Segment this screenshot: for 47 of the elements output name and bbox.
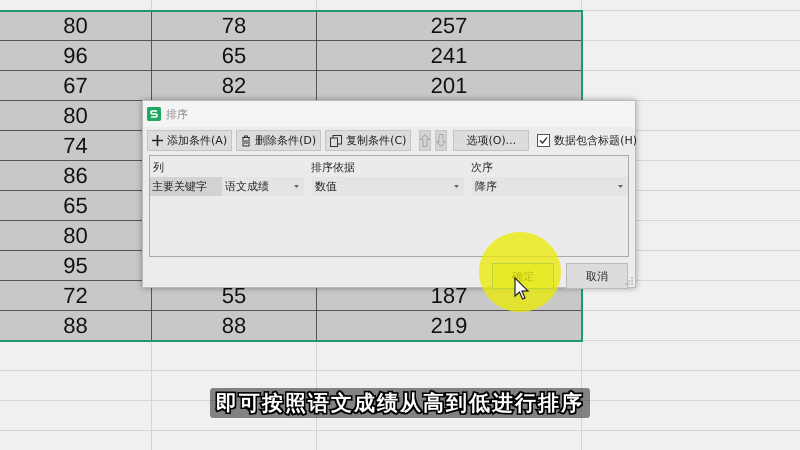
table-cell: 74	[63, 132, 88, 158]
table-cell: 88	[222, 312, 246, 338]
header-checkbox[interactable]: 数据包含标题(H)	[537, 133, 638, 148]
plus-icon	[152, 135, 163, 146]
options-button[interactable]: 选项(O)...	[453, 130, 530, 151]
column-header: 排序依据	[311, 160, 355, 175]
caret-icon	[454, 185, 459, 188]
delete-condition-button[interactable]: 删除条件(D)	[236, 130, 322, 151]
column-header: 次序	[471, 160, 493, 175]
table-cell: 257	[430, 12, 468, 38]
table-cell: 86	[63, 162, 88, 188]
copy-icon	[330, 134, 342, 146]
table-cell: 80	[63, 102, 88, 128]
copy-condition-button[interactable]: 复制条件(C)	[325, 130, 412, 151]
table-cell: 241	[430, 42, 468, 68]
table-cell: 78	[222, 12, 246, 38]
table-cell: 88	[63, 312, 88, 338]
trash-icon	[241, 134, 252, 146]
table-cell: 96	[63, 42, 88, 68]
resize-grip-icon	[625, 277, 633, 285]
table-cell: 72	[63, 282, 88, 308]
table-cell: 67	[63, 72, 88, 98]
app-icon	[147, 107, 161, 121]
table-cell: 219	[430, 312, 468, 338]
basis-dropdown[interactable]: 数值	[312, 177, 464, 196]
dialog-title: 排序	[166, 106, 188, 122]
table-cell: 80	[63, 12, 88, 38]
caret-icon	[294, 185, 299, 188]
table-cell: 187	[430, 282, 468, 308]
subtitle: 即可按照语文成绩从高到低进行排序	[210, 388, 590, 418]
column-header: 列	[153, 160, 164, 175]
table-cell: 65	[63, 192, 88, 218]
table-cell: 95	[63, 252, 88, 278]
table-cell: 80	[63, 222, 88, 248]
cancel-button[interactable]: 取消	[566, 263, 628, 289]
key-label: 主要关键字	[150, 177, 222, 196]
arrow-up-icon	[420, 134, 430, 147]
check-icon	[539, 136, 548, 145]
caret-icon	[618, 185, 623, 188]
column-dropdown[interactable]: 语文成绩	[222, 177, 304, 196]
table-cell: 55	[222, 282, 246, 308]
table-cell: 82	[222, 72, 246, 98]
add-condition-button[interactable]: 添加条件(A)	[147, 130, 232, 151]
order-dropdown[interactable]: 降序	[472, 177, 628, 196]
table-cell: 65	[222, 42, 246, 68]
table-cell: 201	[430, 72, 468, 98]
arrow-down-icon	[436, 134, 446, 147]
